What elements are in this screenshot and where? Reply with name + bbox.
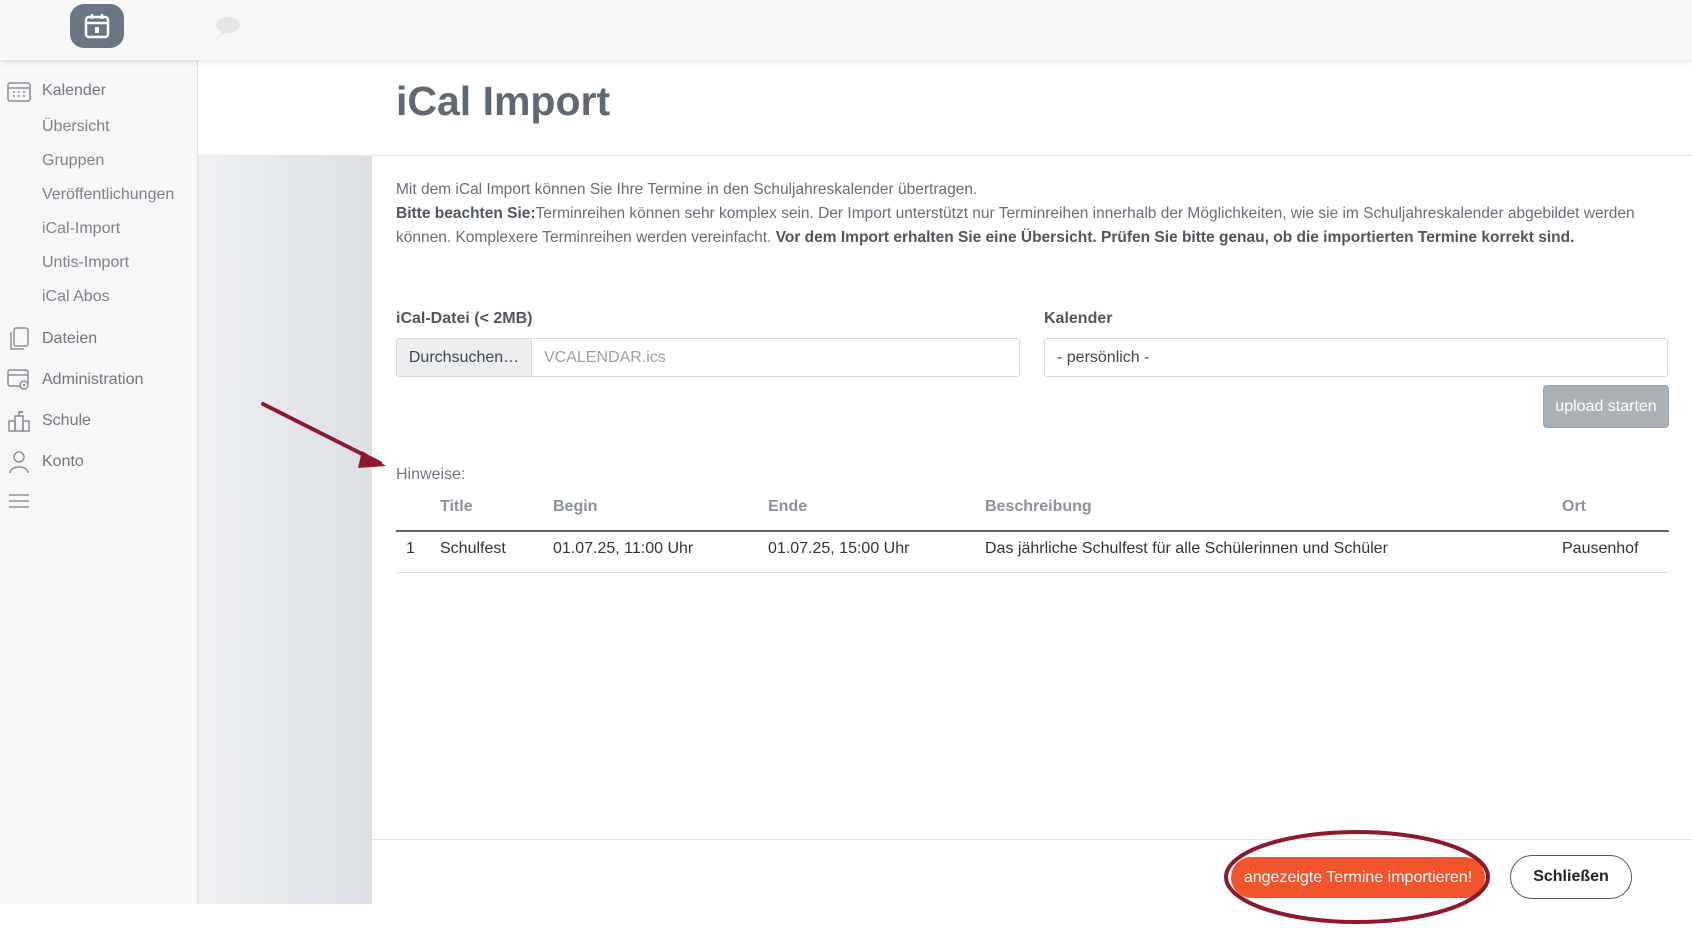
hamburger-menu-icon <box>6 488 32 514</box>
table-row-rule <box>396 572 1669 573</box>
sidebar-subitem-uebersicht[interactable]: Übersicht <box>42 118 110 136</box>
note-bold-text: Vor dem Import erhalten Sie eine Übersic… <box>775 229 1575 246</box>
sidebar-item-konto[interactable]: Konto <box>6 449 84 475</box>
sidebar-item-label: Dateien <box>42 330 98 347</box>
intro-note: Bitte beachten Sie:Terminreihen können s… <box>396 202 1666 250</box>
cell-location: Pausenhof <box>1562 540 1639 557</box>
note-label: Bitte beachten Sie: <box>396 205 536 222</box>
calendar-select[interactable]: - persönlich - <box>1044 338 1668 377</box>
close-button[interactable]: Schließen <box>1510 855 1632 899</box>
column-header-end: Ende <box>768 498 808 515</box>
column-header-description: Beschreibung <box>985 498 1092 515</box>
chat-icon[interactable] <box>214 15 242 37</box>
cell-description: Das jährliche Schulfest für alle Schüler… <box>985 540 1388 557</box>
page-title: iCal Import <box>396 78 611 124</box>
admin-settings-icon <box>6 367 32 393</box>
sidebar-item-schule[interactable]: Schule <box>6 408 91 434</box>
user-icon <box>6 449 32 475</box>
calendar-app-icon[interactable] <box>70 4 124 48</box>
table-header-rule <box>396 530 1669 532</box>
calendar-field-label: Kalender <box>1044 310 1113 327</box>
column-header-location: Ort <box>1562 498 1586 515</box>
sidebar-item-dateien[interactable]: Dateien <box>6 326 97 352</box>
intro-line: Mit dem iCal Import können Sie Ihre Term… <box>396 181 978 198</box>
sidebar-item-label: Schule <box>42 412 91 429</box>
sidebar-menu-toggle[interactable] <box>6 488 42 514</box>
sidebar-item-administration[interactable]: Administration <box>6 367 143 393</box>
hints-label: Hinweise: <box>396 466 466 483</box>
row-number: 1 <box>406 540 415 557</box>
sidebar-subitem-gruppen[interactable]: Gruppen <box>42 152 104 170</box>
column-header-begin: Begin <box>553 498 598 515</box>
files-icon <box>6 326 32 352</box>
browse-button[interactable]: Durchsuchen… <box>397 339 532 376</box>
sidebar-item-label: Konto <box>42 453 84 470</box>
upload-start-button[interactable]: upload starten <box>1543 385 1669 428</box>
file-field-label: iCal-Datei (< 2MB) <box>396 310 533 327</box>
intro-text: Mit dem iCal Import können Sie Ihre Term… <box>396 178 1666 250</box>
header-divider <box>198 155 1692 156</box>
cell-begin: 01.07.25, 11:00 Uhr <box>553 540 694 557</box>
sidebar-subitem-untis-import[interactable]: Untis-Import <box>42 254 129 272</box>
file-name-display: VCALENDAR.ics <box>544 348 666 366</box>
footer-divider <box>372 839 1692 840</box>
cell-end: 01.07.25, 15:00 Uhr <box>768 540 910 557</box>
sidebar: Kalender Übersicht Gruppen Veröffentlich… <box>0 60 198 904</box>
school-icon <box>6 408 32 434</box>
file-input[interactable]: Durchsuchen… VCALENDAR.ics <box>396 338 1020 377</box>
sidebar-item-label: Kalender <box>42 82 107 99</box>
import-events-button[interactable]: angezeigte Termine importieren! <box>1231 857 1485 898</box>
sidebar-subitem-veroeffentlichungen[interactable]: Veröffentlichungen <box>42 186 174 204</box>
top-bar <box>0 0 1692 60</box>
sidebar-item-kalender[interactable]: Kalender <box>6 78 106 104</box>
column-header-title: Title <box>440 498 473 515</box>
sidebar-subitem-ical-abos[interactable]: iCal Abos <box>42 288 110 306</box>
calendar-grid-icon <box>6 78 32 104</box>
sidebar-item-label: Administration <box>42 371 144 388</box>
modal-backdrop-band <box>198 156 372 904</box>
calendar-icon <box>84 14 110 39</box>
sidebar-subitem-ical-import[interactable]: iCal-Import <box>42 220 120 238</box>
cell-title: Schulfest <box>440 540 506 557</box>
